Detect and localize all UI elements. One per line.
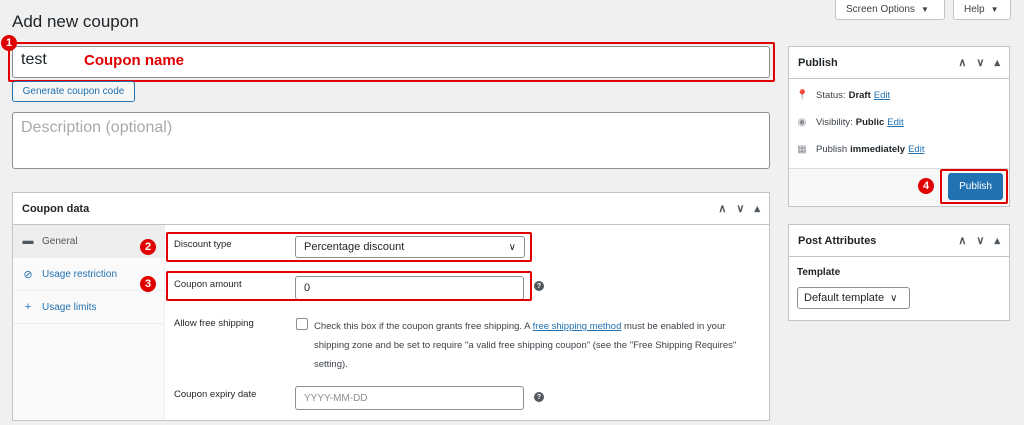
visibility-edit-link[interactable]: Edit [887,117,903,128]
annotation-box-1 [8,42,775,82]
template-value: Default template [804,292,885,304]
coupon-expiry-input[interactable]: YYYY-MM-DD [295,386,524,410]
plus-icon: + [24,301,32,313]
coupon-data-tabs: ▬ General ⊘ Usage restriction + Usage li… [13,225,165,420]
chevron-down-icon[interactable]: ∨ [976,234,984,247]
free-shipping-method-link[interactable]: free shipping method [533,321,622,332]
tab-usage-restriction-label: Usage restriction [42,268,118,280]
status-edit-link[interactable]: Edit [874,90,890,101]
tab-usage-limits[interactable]: + Usage limits [13,291,164,324]
free-shipping-label: Allow free shipping [174,318,254,329]
chevron-up-icon[interactable]: ∧ [718,202,726,215]
template-select[interactable]: Default template ∨ [797,287,910,309]
chevron-down-icon: ∨ [890,292,898,304]
visibility-label: Visibility: [816,117,853,128]
status-value: Draft [848,90,871,101]
post-attributes-header: Post Attributes ∧ ∨ ▴ [789,225,1009,257]
annotation-badge-1: 1 [1,35,17,51]
publish-schedule-edit-link[interactable]: Edit [908,144,924,155]
annotation-box-4 [940,169,1008,204]
post-attributes-title: Post Attributes [798,234,877,247]
pin-icon: 📍 [796,90,809,101]
publish-title: Publish [798,56,838,69]
generate-coupon-code-button[interactable]: Generate coupon code [12,81,135,102]
free-shipping-checkbox[interactable] [296,318,308,330]
help-tip-icon[interactable]: ? [534,281,544,291]
free-shipping-description: Check this box if the coupon grants free… [314,317,754,374]
chevron-up-icon[interactable]: ∧ [958,56,966,69]
publish-schedule-label: Publish [816,144,848,155]
help-tip-icon[interactable]: ? [534,392,544,402]
tab-usage-limits-label: Usage limits [42,301,97,313]
annotation-badge-2: 2 [140,239,156,255]
collapse-toggle-icon[interactable]: ▴ [754,202,760,215]
coupon-data-title: Coupon data [22,202,90,215]
status-label: Status: [816,90,846,101]
help-label: Help [964,3,985,15]
help-button[interactable]: Help ▼ [953,0,1011,20]
description-textarea[interactable]: Description (optional) [12,112,770,169]
annotation-badge-4: 4 [918,178,934,194]
chevron-down-icon[interactable]: ∨ [736,202,744,215]
ticket-icon: ▬ [22,235,34,247]
eye-icon: ◉ [797,117,807,128]
screen-options-button[interactable]: Screen Options ▼ [835,0,945,20]
coupon-data-header: Coupon data ∧ ∨ ▴ [13,193,769,225]
screen-options-label: Screen Options [846,3,915,15]
description-placeholder: Description (optional) [21,119,173,136]
caret-down-icon: ▼ [990,4,999,14]
annotation-box-2 [166,232,532,262]
coupon-expiry-placeholder: YYYY-MM-DD [304,392,368,404]
chevron-down-icon[interactable]: ∨ [976,56,984,69]
calendar-icon: ▦ [797,144,807,155]
restriction-icon: ⊘ [23,268,33,281]
collapse-toggle-icon[interactable]: ▴ [994,234,1000,247]
visibility-value: Public [855,117,885,128]
publish-schedule-row: ▦ Publish immediately Edit [796,144,924,155]
publish-visibility-row: ◉ Visibility: Public Edit [796,117,904,128]
coupon-expiry-label: Coupon expiry date [174,389,257,400]
publish-status-row: 📍 Status: Draft Edit [796,90,890,101]
page-title: Add new coupon [12,12,139,31]
annotation-box-3 [166,271,532,301]
publish-header: Publish ∧ ∨ ▴ [789,47,1009,79]
annotation-badge-3: 3 [140,276,156,292]
free-shipping-text-1: Check this box if the coupon grants free… [314,321,530,332]
caret-down-icon: ▼ [920,4,929,14]
template-label: Template [797,267,841,278]
publish-schedule-value: immediately [850,144,906,155]
tab-general-label: General [42,235,78,247]
collapse-toggle-icon[interactable]: ▴ [994,56,1000,69]
chevron-up-icon[interactable]: ∧ [958,234,966,247]
